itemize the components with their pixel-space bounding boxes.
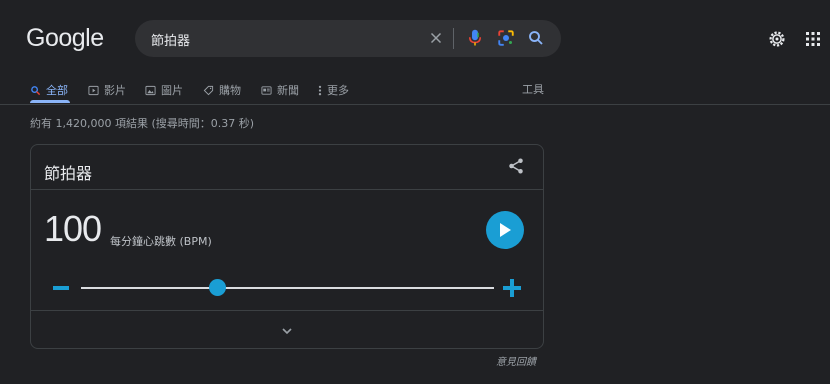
tag-icon: [203, 85, 214, 95]
tab-videos[interactable]: 影片: [88, 79, 126, 101]
news-icon: [261, 85, 272, 95]
tab-shopping[interactable]: 購物: [203, 79, 241, 101]
tab-videos-label: 影片: [104, 84, 126, 97]
bpm-slider-thumb[interactable]: [208, 279, 226, 296]
card-divider: [31, 310, 543, 311]
image-icon: [145, 85, 156, 95]
metronome-title: 節拍器: [44, 164, 93, 183]
decrease-bpm-button[interactable]: [51, 279, 71, 297]
tab-all[interactable]: 全部: [30, 79, 68, 101]
tab-news-label: 新聞: [277, 84, 299, 97]
tab-news[interactable]: 新聞: [261, 79, 299, 101]
search-icon: [31, 85, 41, 95]
metronome-card: 節拍器 100 每分鐘心跳數 (BPM): [30, 144, 544, 349]
tools-button[interactable]: 工具: [522, 81, 544, 97]
increase-bpm-button[interactable]: [502, 278, 522, 298]
more-vert-icon: [318, 85, 322, 95]
card-divider: [31, 189, 543, 190]
share-icon[interactable]: [507, 157, 525, 175]
bpm-label: 每分鐘心跳數 (BPM): [110, 235, 212, 248]
tab-images-label: 圖片: [161, 84, 183, 97]
google-logo[interactable]: Google: [26, 24, 104, 53]
tab-shopping-label: 購物: [219, 84, 241, 97]
play-icon: [500, 223, 511, 237]
gear-icon[interactable]: [768, 30, 786, 48]
search-divider: [453, 28, 454, 49]
tab-more-label: 更多: [327, 84, 349, 97]
chevron-down-icon[interactable]: [279, 323, 295, 339]
search-icon[interactable]: [527, 29, 545, 47]
bpm-slider-track[interactable]: [81, 287, 494, 289]
lens-camera-icon[interactable]: [497, 29, 515, 47]
apps-grid-icon[interactable]: [805, 31, 821, 47]
play-button[interactable]: [486, 211, 524, 249]
search-input[interactable]: 節拍器: [151, 30, 190, 49]
search-box[interactable]: 節拍器: [135, 20, 561, 57]
active-tab-indicator: [30, 100, 70, 103]
tab-all-label: 全部: [46, 84, 68, 97]
result-stats: 約有 1,420,000 項結果 (搜尋時間：0.37 秒): [30, 117, 255, 130]
feedback-link[interactable]: 意見回饋: [496, 353, 536, 368]
header-divider: [0, 104, 830, 105]
clear-icon[interactable]: [427, 29, 445, 47]
video-icon: [88, 85, 99, 95]
microphone-icon[interactable]: [466, 28, 484, 48]
bpm-value: 100: [44, 208, 102, 249]
tab-more[interactable]: 更多: [318, 79, 349, 101]
tab-images[interactable]: 圖片: [145, 79, 183, 101]
